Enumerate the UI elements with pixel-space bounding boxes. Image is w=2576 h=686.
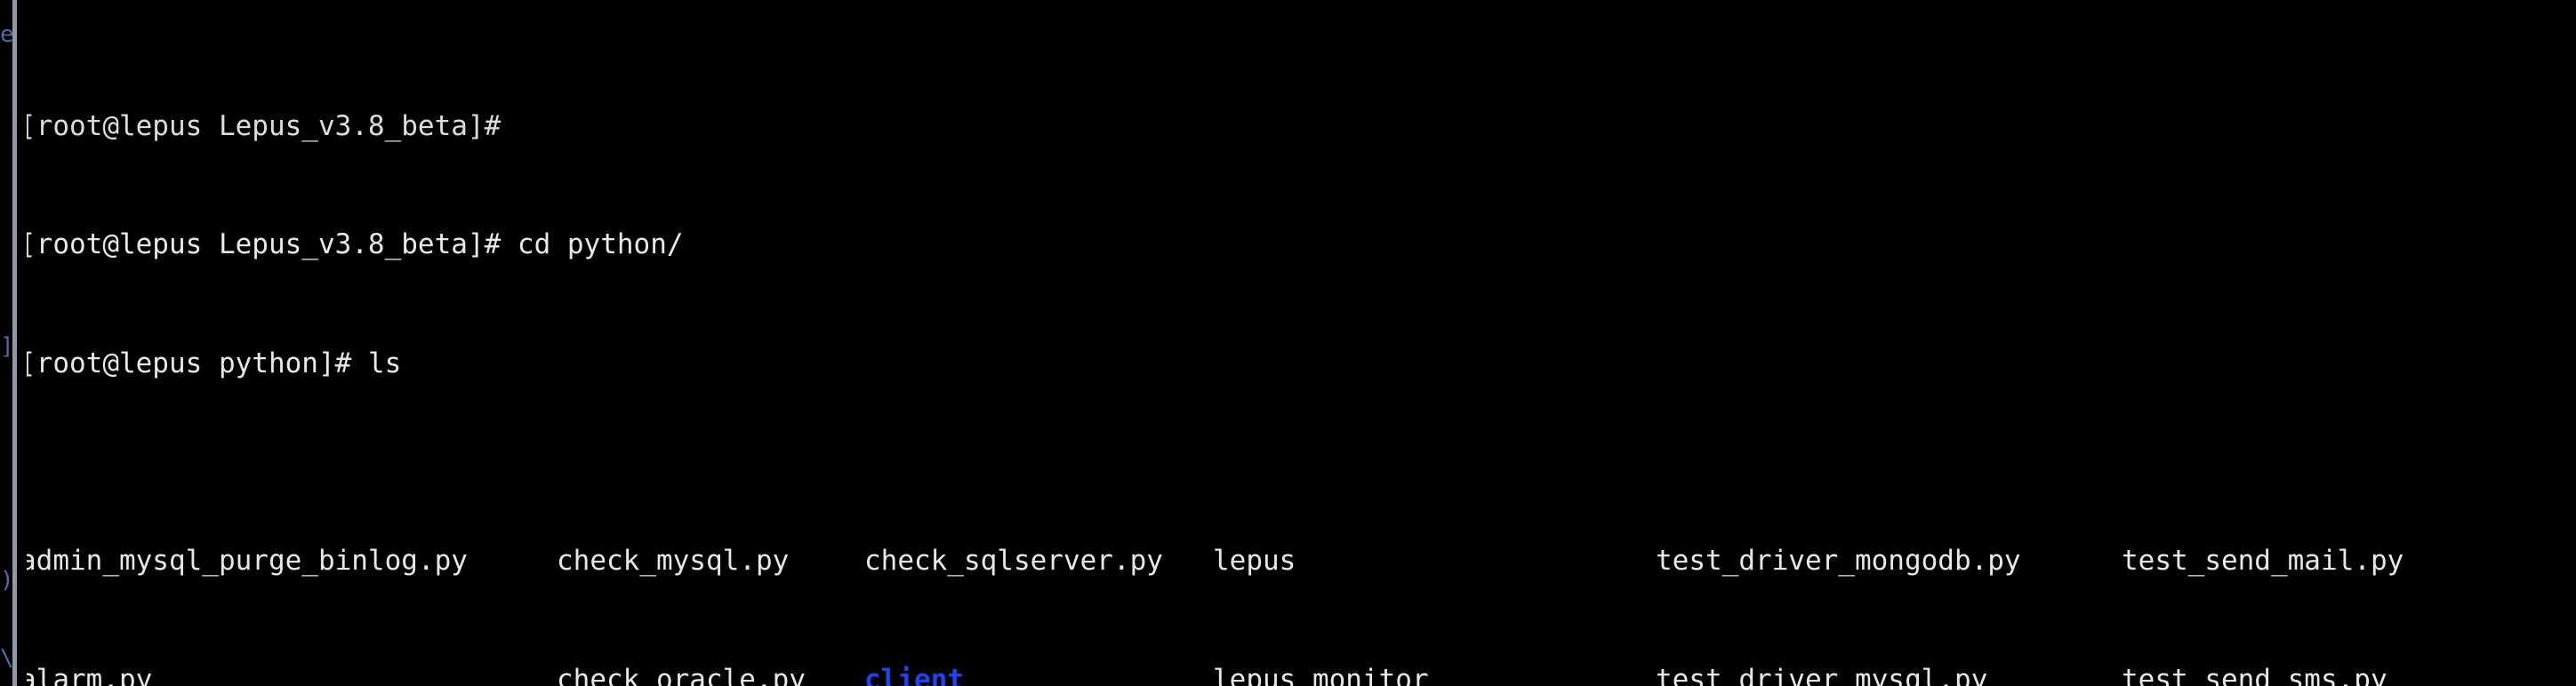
gutter-ghost-glyph-3: ) [0,569,14,592]
terminal-line-prompt-cut: [root@lepus Lepus_v3.8_beta]# [20,109,502,142]
terminal-output[interactable]: [root@lepus Lepus_v3.8_beta]# [root@lepu… [20,0,2572,686]
ls-entry[interactable]: check_oracle.py [557,660,806,686]
ls-entry[interactable]: lepus [1213,541,1296,581]
ls-entry[interactable]: check_mysql.py [557,541,789,581]
ls-entry[interactable]: test_send_mail.py [2122,541,2403,581]
ls-output-row: alarm.py check_oracle.py client lepus_mo… [20,660,2572,686]
gutter-ghost-glyph-2: ] [0,335,14,358]
ls-entry[interactable]: test_driver_mongodb.py [1656,541,2021,581]
terminal-left-gutter: e ] ) \ [0,0,27,686]
ls-entry[interactable]: test_send_sms.py [2122,660,2387,686]
ls-entry[interactable]: alarm.py [20,660,152,686]
gutter-ghost-glyph-4: \ [0,647,14,670]
terminal-line-cd-command: [root@lepus Lepus_v3.8_beta]# cd python/ [20,228,684,260]
gutter-ghost-glyph-1: e [0,23,14,46]
ls-entry[interactable]: check_sqlserver.py [864,541,1163,581]
ls-entry-directory[interactable]: client [864,660,964,686]
ls-entry[interactable]: lepus_monitor [1213,660,1429,686]
ls-entry[interactable]: admin_mysql_purge_binlog.py [20,541,468,581]
terminal-window: e ] ) \ [root@lepus Lepus_v3.8_beta]# [r… [0,0,2576,686]
ls-entry[interactable]: test_driver_mysql.py [1656,660,1987,686]
terminal-line-ls-command: [root@lepus python]# ls [20,347,402,379]
ls-output-row: admin_mysql_purge_binlog.py check_mysql.… [20,541,2572,581]
